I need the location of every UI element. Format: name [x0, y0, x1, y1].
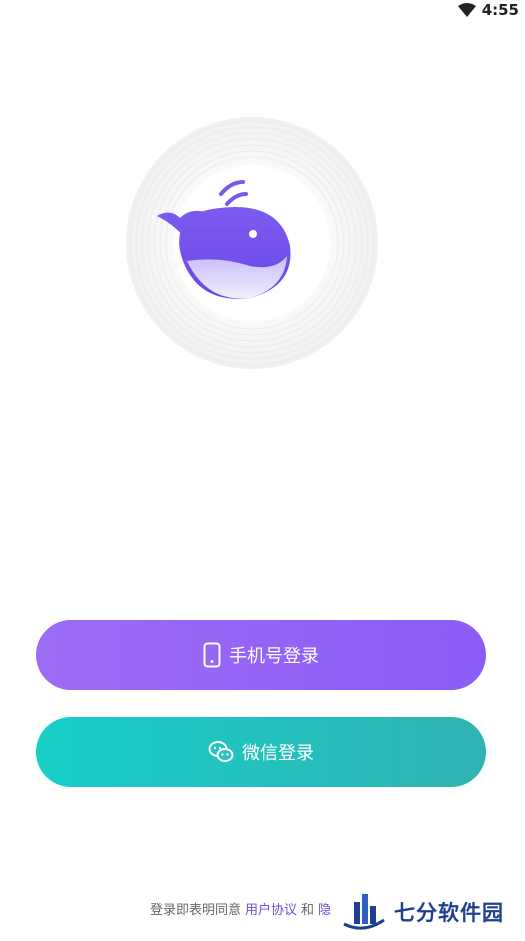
phone-icon	[203, 642, 221, 668]
status-bar: 4:55	[0, 0, 525, 22]
status-right: 4:55	[457, 1, 519, 19]
app-logo	[125, 116, 380, 371]
whale-logo-icon	[126, 117, 378, 369]
agreement-footer: 登录即表明同意 用户协议 和 隐	[150, 899, 331, 918]
watermark-text: 七分软件园	[394, 900, 504, 925]
wechat-login-label: 微信登录	[242, 743, 314, 764]
agreement-prefix: 登录即表明同意	[150, 903, 242, 918]
wifi-icon	[457, 3, 476, 17]
phone-login-label: 手机号登录	[229, 646, 319, 667]
watermark-logo-icon	[340, 884, 388, 940]
wechat-login-button[interactable]: 微信登录	[36, 717, 486, 787]
agreement-and: 和	[301, 903, 315, 918]
status-time: 4:55	[481, 1, 519, 19]
watermark: 七分软件园	[340, 884, 520, 939]
privacy-link-truncated[interactable]: 隐	[318, 899, 331, 918]
phone-login-button[interactable]: 手机号登录	[36, 620, 486, 690]
wechat-icon	[208, 740, 234, 764]
user-agreement-link[interactable]: 用户协议	[245, 899, 297, 918]
